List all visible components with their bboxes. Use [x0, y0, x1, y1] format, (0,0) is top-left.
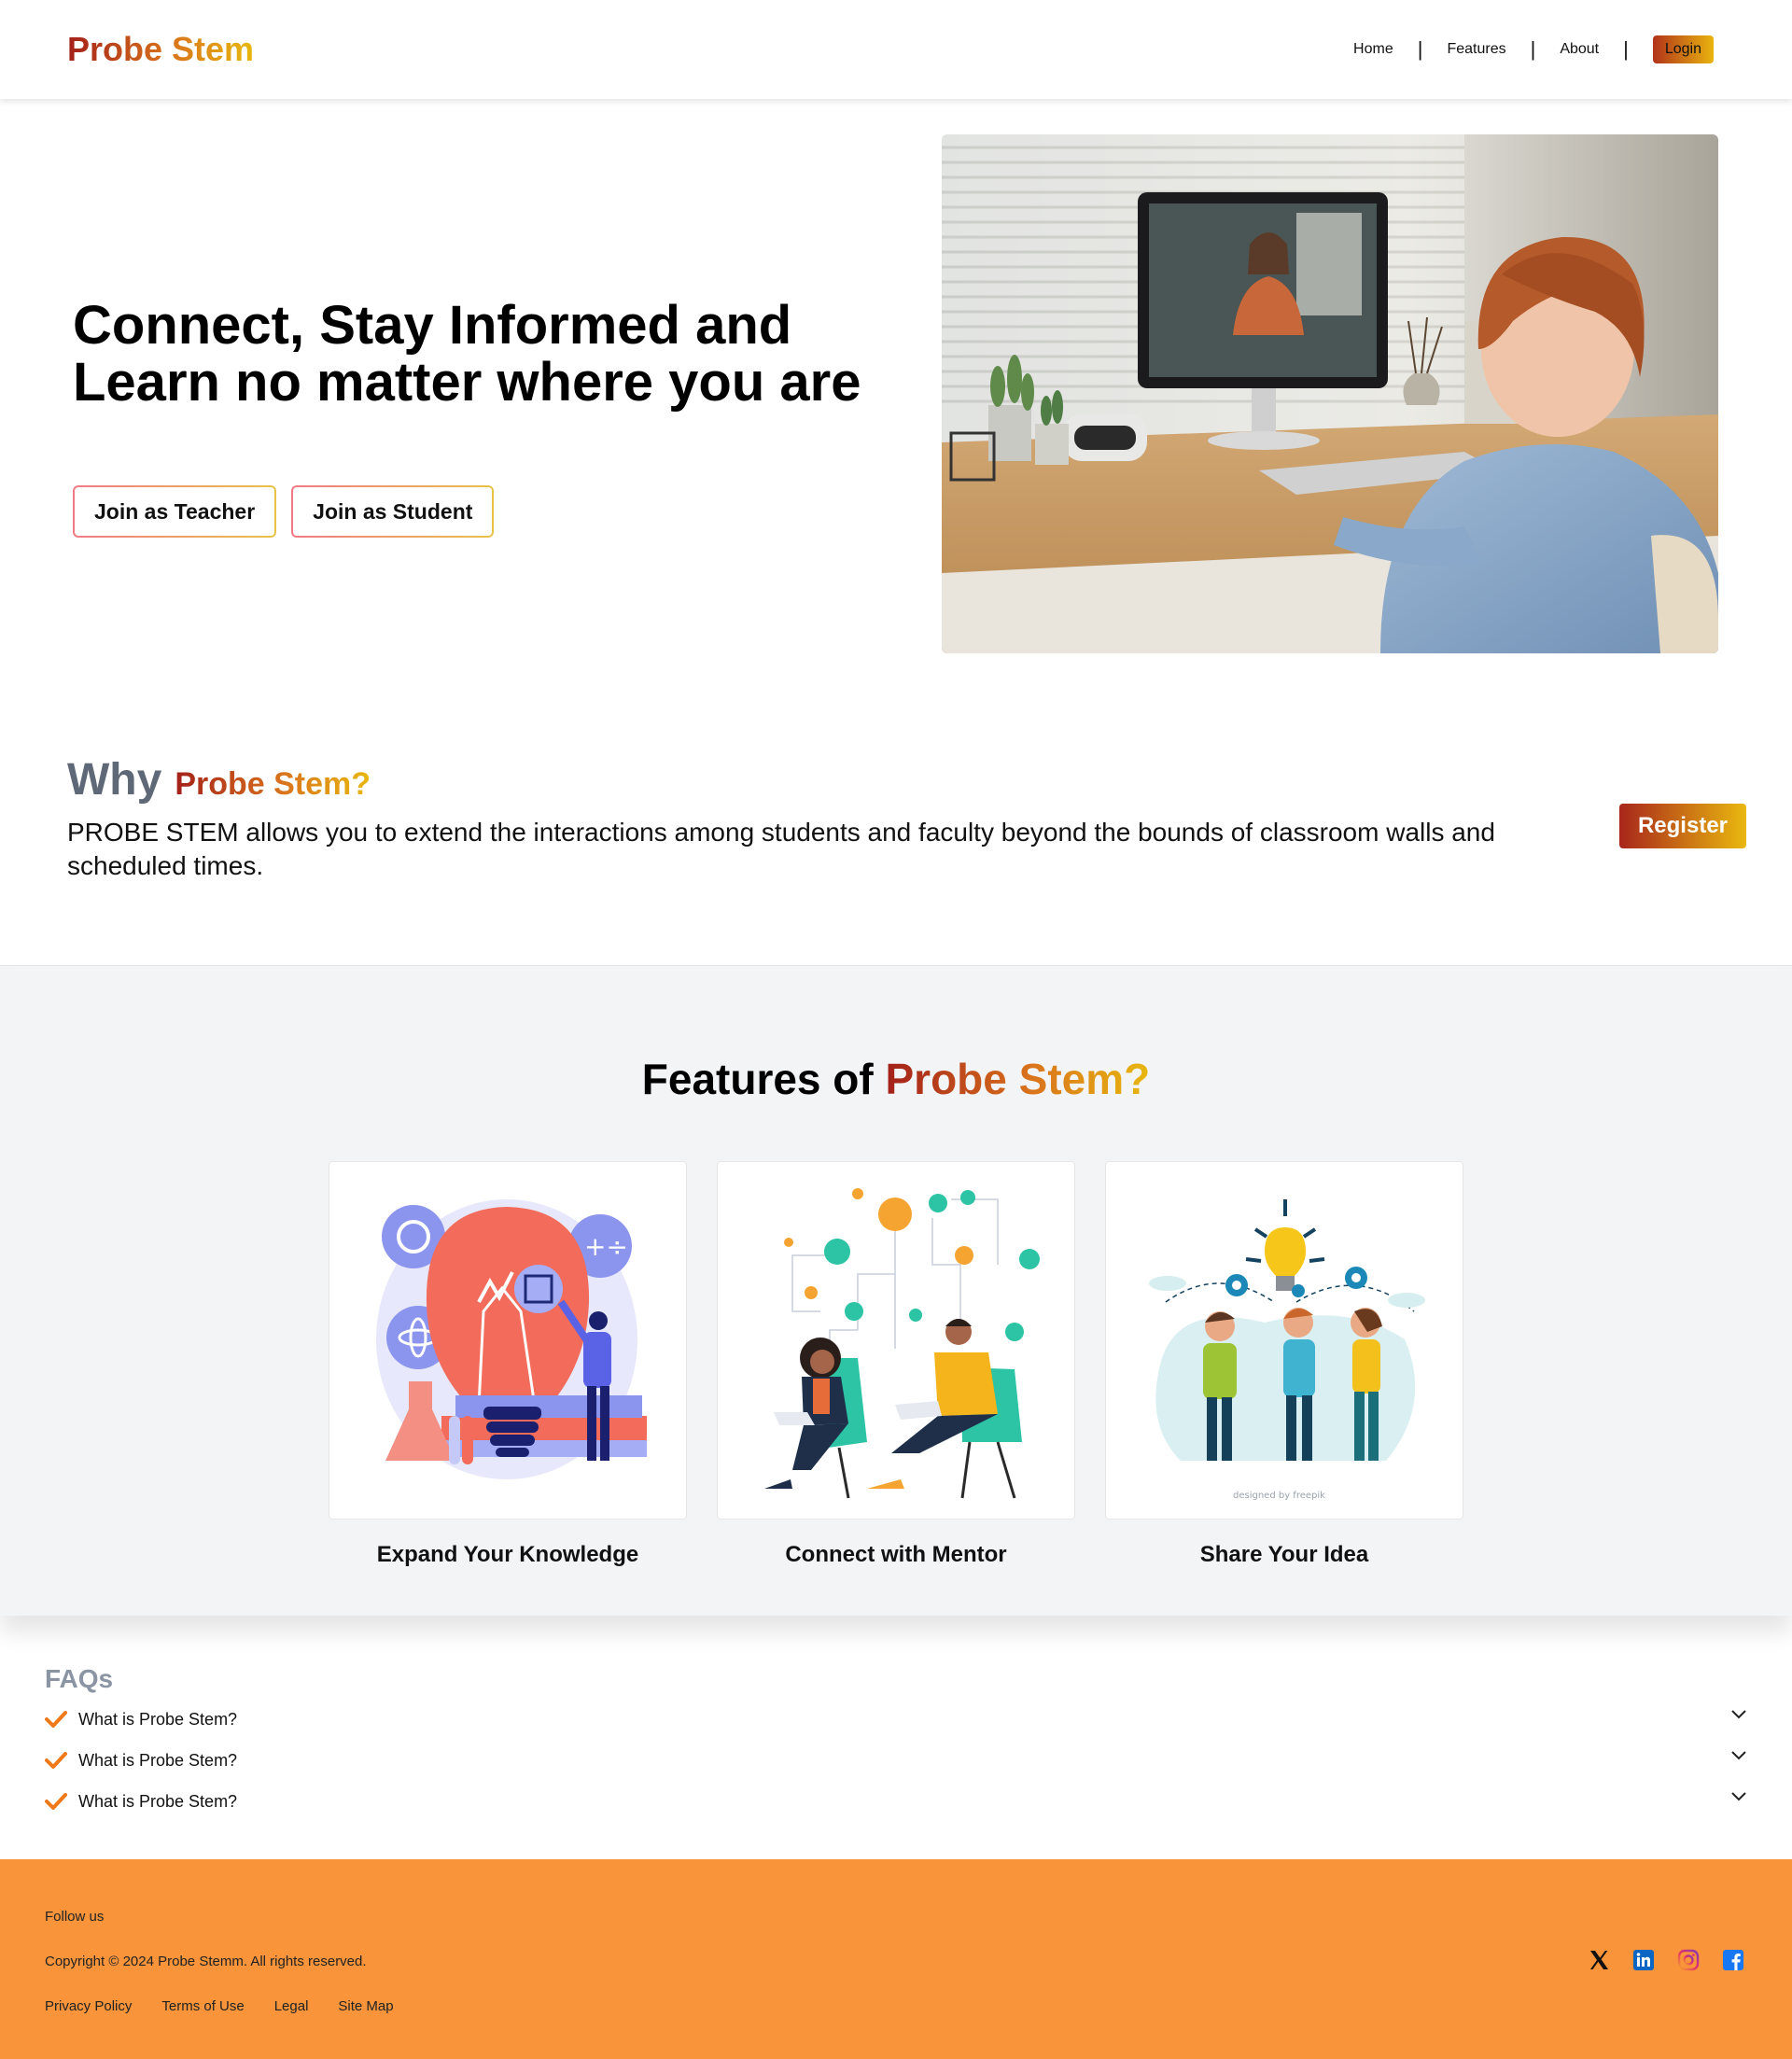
checkmark-icon	[45, 1711, 67, 1728]
social-icons	[1588, 1949, 1744, 1971]
feature-label-expand-knowledge: Expand Your Knowledge	[376, 1542, 639, 1567]
terms-of-use-link[interactable]: Terms of Use	[161, 1998, 244, 2014]
feature-card-expand-knowledge[interactable]: +÷	[329, 1161, 687, 1520]
follow-us-label: Follow us	[45, 1909, 105, 1925]
linkedin-icon[interactable]	[1632, 1949, 1655, 1971]
online-class-photo	[942, 134, 1718, 653]
idea-sharing-illustration: designed by freepik	[1149, 1199, 1425, 1501]
hero-photo	[942, 134, 1718, 653]
copyright-text: Copyright © 2024 Probe Stemm. All rights…	[45, 1954, 367, 1969]
feature-card-connect-mentor[interactable]	[717, 1161, 1075, 1520]
faq-item[interactable]: What is Probe Stem?	[45, 1744, 1747, 1776]
checkmark-icon	[45, 1793, 67, 1810]
freepik-credit: designed by freepik	[1233, 1491, 1325, 1501]
svg-text:+÷: +÷	[584, 1231, 628, 1262]
features-title-brand: Probe Stem?	[885, 1055, 1151, 1103]
faq-item[interactable]: What is Probe Stem?	[45, 1786, 1747, 1817]
facebook-icon[interactable]	[1722, 1949, 1744, 1971]
feature-label-share-idea: Share Your Idea	[1199, 1542, 1369, 1567]
features-title: Features of Probe Stem?	[0, 1054, 1792, 1104]
faq-question: What is Probe Stem?	[78, 1709, 238, 1729]
feature-card-share-idea[interactable]: designed by freepik	[1105, 1161, 1463, 1520]
footer: Follow us Copyright © 2024 Probe Stemm. …	[0, 1859, 1792, 2059]
legal-link[interactable]: Legal	[274, 1998, 309, 2014]
nav-link-about[interactable]: About	[1535, 41, 1623, 58]
hero-buttons: Join as Teacher Join as Student	[73, 485, 494, 538]
mentor-network-illustration	[764, 1188, 1040, 1499]
brand-logo[interactable]: Probe Stem	[67, 30, 254, 69]
join-as-student-button[interactable]: Join as Student	[291, 485, 494, 538]
register-button[interactable]: Register	[1619, 804, 1746, 848]
faq-question: What is Probe Stem?	[78, 1791, 238, 1811]
features-section: Features of Probe Stem? +÷ designed by f…	[0, 965, 1792, 1616]
chevron-down-icon[interactable]	[1730, 1709, 1747, 1720]
nav-menu: Home | Features | About | Login	[1329, 35, 1714, 63]
footer-links: Privacy Policy Terms of Use Legal Site M…	[45, 1998, 394, 2014]
why-description: PROBE STEM allows you to extend the inte…	[67, 818, 1495, 880]
nav-separator: |	[1623, 37, 1629, 61]
why-brand-name: Probe Stem?	[175, 766, 371, 802]
nav-link-features[interactable]: Features	[1422, 41, 1530, 58]
site-map-link[interactable]: Site Map	[338, 1998, 393, 2014]
x-icon[interactable]	[1588, 1949, 1610, 1971]
lightbulb-science-illustration: +÷	[376, 1199, 647, 1479]
features-title-prefix: Features of	[641, 1055, 874, 1103]
hero-title: Connect, Stay Informed and Learn no matt…	[73, 295, 861, 413]
why-word: Why	[67, 755, 162, 805]
privacy-policy-link[interactable]: Privacy Policy	[45, 1998, 132, 2014]
why-heading: Why Probe Stem?	[67, 754, 371, 805]
join-as-teacher-button[interactable]: Join as Teacher	[73, 485, 276, 538]
instagram-icon[interactable]	[1677, 1949, 1700, 1971]
faq-item[interactable]: What is Probe Stem?	[45, 1703, 1747, 1735]
nav-link-home[interactable]: Home	[1329, 41, 1418, 58]
checkmark-icon	[45, 1752, 67, 1769]
login-button[interactable]: Login	[1652, 35, 1714, 63]
faq-title: FAQs	[45, 1664, 114, 1693]
chevron-down-icon[interactable]	[1730, 1750, 1747, 1761]
top-navbar: Probe Stem Home | Features | About | Log…	[0, 0, 1792, 99]
chevron-down-icon[interactable]	[1730, 1791, 1747, 1802]
faq-question: What is Probe Stem?	[78, 1750, 238, 1770]
feature-label-connect-mentor: Connect with Mentor	[785, 1542, 1007, 1567]
